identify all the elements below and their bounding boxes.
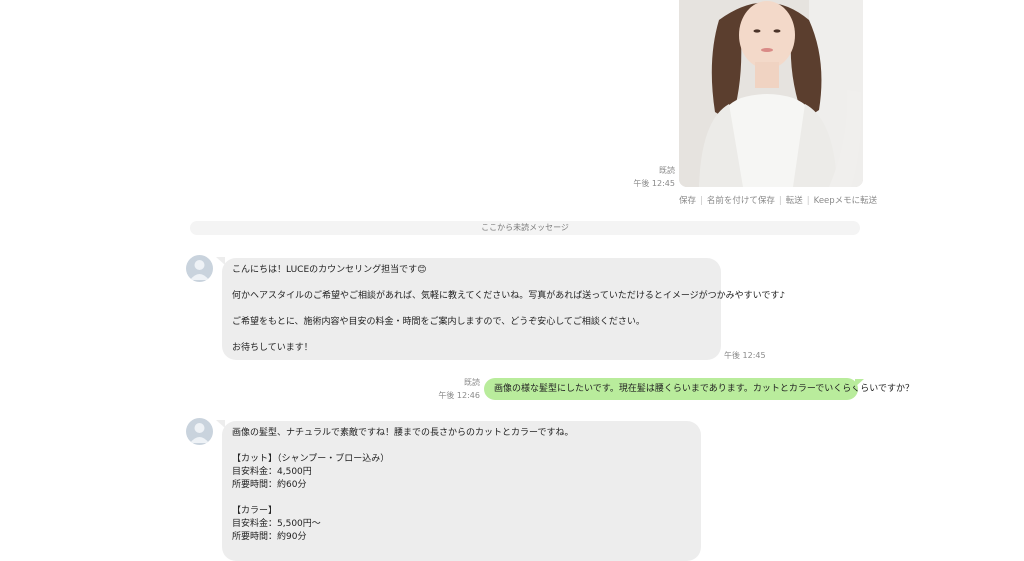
sent-message-meta: 既読 午後 12:46: [425, 376, 480, 402]
sent-photo[interactable]: [679, 0, 863, 187]
message-time: 午後 12:46: [438, 391, 480, 400]
save-as-link[interactable]: 名前を付けて保存: [707, 196, 775, 206]
message-line: 【カラー】: [232, 506, 278, 516]
save-link[interactable]: 保存: [679, 196, 696, 206]
forward-link[interactable]: 転送: [786, 196, 803, 206]
message-time: 午後 12:45: [724, 351, 766, 360]
keep-memo-link[interactable]: Keepメモに転送: [814, 196, 878, 206]
photo-message-meta: 既読 午後 12:45: [620, 164, 675, 190]
received-message-bubble[interactable]: こんにちは！LUCEのカウンセリング担当です😊 何かヘアスタイルのご希望やご相談…: [222, 258, 786, 360]
read-receipt: 既読: [464, 378, 480, 387]
message-line: ご希望をもとに、施術内容や目安の料金・時間をご案内しますので、どうぞ安心してご相…: [232, 317, 645, 327]
action-separator: |: [700, 196, 703, 206]
sent-message-bubble[interactable]: 画像の様な髪型にしたいです。現在髪は腰くらいまであります。カットとカラーでいくら…: [484, 378, 914, 400]
action-separator: |: [778, 196, 782, 206]
message-time: 午後 12:45: [633, 179, 675, 188]
message-line: 何かヘアスタイルのご希望やご相談があれば、気軽に教えてくださいね。写真があれば送…: [232, 291, 786, 301]
message-line: 画像の髪型、ナチュラルで素敵ですね！腰までの長さからのカットとカラーですね。: [232, 428, 574, 438]
message-line: 目安料金：4,500円: [232, 467, 312, 477]
photo-actions: 保存 | 名前を付けて保存 | 転送 | Keepメモに転送: [679, 194, 877, 206]
unread-divider: ここから未読メッセージ: [190, 221, 860, 235]
received-message-bubble[interactable]: 画像の髪型、ナチュラルで素敵ですね！腰までの長さからのカットとカラーですね。 【…: [222, 421, 701, 561]
message-line: 【カット】（シャンプー・ブロー込み）: [232, 454, 390, 464]
message-line: 所要時間：約60分: [232, 480, 307, 490]
portrait-photo: [679, 0, 863, 187]
read-receipt: 既読: [659, 166, 675, 175]
default-user-icon: [190, 260, 209, 280]
message-line: お待ちしています！: [232, 343, 313, 353]
avatar[interactable]: [186, 255, 213, 282]
message-line: 目安料金：5,500円〜: [232, 519, 321, 529]
bubble-tail: [855, 379, 864, 387]
avatar[interactable]: [186, 418, 213, 445]
action-separator: |: [806, 196, 810, 206]
message-line: こんにちは！LUCEのカウンセリング担当です😊: [232, 265, 427, 275]
default-user-icon: [190, 423, 209, 443]
